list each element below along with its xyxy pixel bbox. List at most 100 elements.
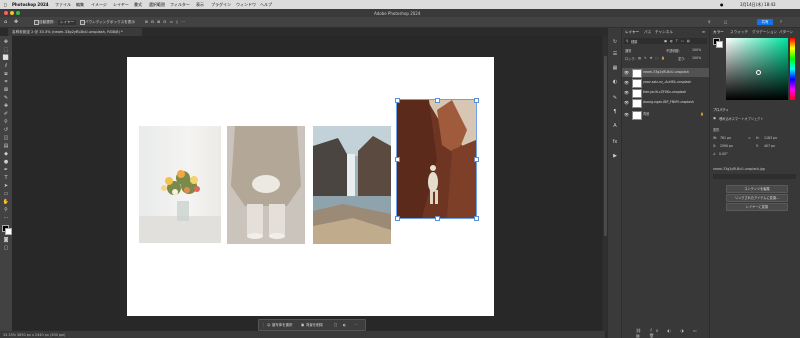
gradient-tool-icon[interactable]: ▤ (2, 142, 10, 150)
tab-swatches[interactable]: スウォッチ (730, 30, 748, 35)
help-icon[interactable]: ? (780, 20, 782, 24)
lock-icons[interactable]: ▨ ✎ ✥ ⬚ 🔒 (638, 56, 666, 60)
height-value[interactable]: 1183 px (764, 136, 777, 140)
eraser-tool-icon[interactable]: ◫ (2, 134, 10, 142)
move-tool-icon[interactable]: ✥ (14, 19, 18, 25)
path-select-tool-icon[interactable]: ➤ (2, 182, 10, 190)
layer-row-background[interactable]: 👁 背景 🔒 (622, 110, 709, 120)
layer-name[interactable]: duong-ngan-IBP_FNMY-unsplash (643, 98, 694, 107)
tab-patterns[interactable]: パターン (779, 30, 793, 35)
document-tab[interactable]: 名称未設定 2 @ 33.3% (neom-33g2yRLBcU-unsplas… (8, 28, 142, 36)
hue-slider[interactable] (790, 38, 795, 100)
layer-filter-row[interactable]: ⚲ 種類 ▣ ◐ T ▭ ▤ (624, 38, 707, 44)
close-window-button[interactable] (4, 11, 8, 15)
visibility-eye-icon[interactable]: 👁 (624, 110, 629, 119)
zoom-window-button[interactable] (16, 11, 20, 15)
object-select-tool-icon[interactable]: ⧈ (2, 70, 10, 78)
convert-to-layers-button[interactable]: レイヤーに変換 (726, 203, 788, 211)
layer-filter-icons[interactable]: ▣ ◐ T ▭ ▤ (664, 39, 691, 43)
layer-name[interactable]: tide-jaclit-cZFXKz-unsplash (643, 88, 686, 97)
tab-color[interactable]: カラー (713, 30, 724, 35)
visibility-eye-icon[interactable]: 👁 (624, 78, 629, 87)
layer-name[interactable]: 背景 (643, 110, 649, 119)
move-tool-icon[interactable]: ✥ (2, 38, 10, 46)
search-icon[interactable]: ⚲ (708, 20, 711, 24)
history-icon[interactable]: ↻ (611, 38, 619, 46)
more-tools-icon[interactable]: ⋯ (2, 214, 10, 222)
tab-layers[interactable]: レイヤー (625, 30, 639, 35)
menu-layer[interactable]: レイヤー (113, 2, 129, 8)
crop-tool-icon[interactable]: ⌗ (2, 78, 10, 86)
opacity-value[interactable]: 100% (692, 48, 701, 52)
home-icon[interactable]: ⌂ (4, 19, 7, 25)
quick-mask-icon[interactable]: ◙ (2, 236, 10, 244)
visibility-eye-icon[interactable]: 👁 (624, 88, 629, 97)
layer-row[interactable]: 👁 duong-ngan-IBP_FNMY-unsplash (622, 98, 709, 108)
layer-name[interactable]: yoav-aziz-xz_-AuHEk-unsplash (643, 78, 691, 87)
adjustments-icon[interactable]: ◐ (611, 78, 619, 86)
share-button[interactable]: 共有 (757, 19, 773, 25)
minimize-window-button[interactable] (10, 11, 14, 15)
layers-footer-icons[interactable]: ⛓ fx ◐ ◑ ▭ ▦ 🗑 (622, 328, 709, 338)
layer-name[interactable]: neom-33g2yRLBcU-unsplash (643, 68, 689, 77)
healing-brush-tool-icon[interactable]: ✚ (2, 102, 10, 110)
menu-app-name[interactable]: Photoshop 2024 (12, 2, 49, 7)
glyph-icon[interactable]: ▶ (611, 152, 619, 160)
menu-help[interactable]: ヘルプ (260, 2, 272, 8)
character-icon[interactable]: A (611, 122, 619, 130)
menu-view[interactable]: 表示 (196, 2, 204, 8)
hand-tool-icon[interactable]: ✋ (2, 198, 10, 206)
paragraph-icon[interactable]: ¶ (611, 108, 619, 116)
transform-handle[interactable] (474, 157, 479, 162)
transform-handle[interactable] (395, 157, 400, 162)
type-tool-icon[interactable]: T (2, 174, 10, 182)
libraries-icon[interactable]: ▦ (611, 64, 619, 72)
panel-menu-icon[interactable]: ≡ (702, 30, 705, 34)
edit-contents-button[interactable]: コンテンツを編集 (726, 185, 788, 193)
tab-channels[interactable]: チャンネル (655, 30, 673, 35)
menu-edit[interactable]: 編集 (76, 2, 84, 8)
apple-icon[interactable]:  (4, 2, 6, 7)
convert-to-linked-button[interactable]: リンクされたアイテムに変換... (726, 194, 788, 202)
lasso-tool-icon[interactable]: ℓ (2, 62, 10, 70)
drag-handle-icon[interactable]: ⋮ (262, 322, 265, 328)
background-color-swatch[interactable] (5, 228, 12, 235)
layer-row[interactable]: 👁 yoav-aziz-xz_-AuHEk-unsplash (622, 78, 709, 88)
pen-tool-icon[interactable]: ✒ (2, 166, 10, 174)
layer-row[interactable]: 👁 neom-33g2yRLBcU-unsplash (622, 68, 709, 78)
fill-value[interactable]: 100% (692, 56, 701, 60)
background-swatch[interactable] (716, 41, 723, 48)
brush-settings-icon[interactable]: ✎ (611, 94, 619, 102)
more-options-icon[interactable]: ⋯ (354, 322, 357, 328)
marquee-tool-icon[interactable]: ⬜ (2, 54, 10, 62)
color-picker-cursor[interactable] (756, 70, 761, 75)
brush-tool-icon[interactable]: ✐ (2, 110, 10, 118)
visibility-eye-icon[interactable]: 👁 (624, 98, 629, 107)
width-value[interactable]: 781 px (720, 136, 731, 140)
visibility-eye-icon[interactable]: 👁 (624, 68, 629, 77)
menu-image[interactable]: イメージ (91, 2, 107, 8)
shape-tool-icon[interactable]: ▭ (2, 190, 10, 198)
angle-value[interactable]: 0.00° (719, 152, 728, 156)
workspace-icon[interactable]: □ (724, 20, 727, 24)
transform-handle[interactable] (435, 216, 440, 221)
transform-icon[interactable]: □ (334, 322, 337, 328)
adjustment-icon[interactable]: ◐ (343, 322, 346, 328)
screen-mode-icon[interactable]: ▢ (2, 244, 10, 252)
zoom-tool-icon[interactable]: ⚲ (2, 206, 10, 214)
photo-flower-bouquet[interactable] (139, 126, 221, 243)
wifi-icon[interactable]: ● (720, 2, 724, 7)
layer-select-dropdown[interactable]: レイヤー (58, 19, 77, 25)
document-canvas[interactable] (127, 57, 494, 316)
align-icons[interactable]: ⊞ ⊟ ⊠ ⊡ ▭ ▯ ⋯ (145, 20, 186, 24)
properties-icon[interactable]: ☰ (611, 50, 619, 58)
menu-plugins[interactable]: プラグイン (211, 2, 231, 8)
select-subject-button[interactable]: 被写体を選択 (272, 322, 292, 328)
tab-gradients[interactable]: グラデーション (752, 30, 777, 35)
x-value[interactable]: 2590 px (720, 144, 733, 148)
y-value[interactable]: 407 px (764, 144, 775, 148)
photo-canyon-selected[interactable] (396, 99, 477, 219)
color-picker-field[interactable] (726, 38, 788, 100)
transform-handle[interactable] (395, 98, 400, 103)
menu-clock[interactable]: 3月14日(木) 18:43 (740, 2, 776, 8)
